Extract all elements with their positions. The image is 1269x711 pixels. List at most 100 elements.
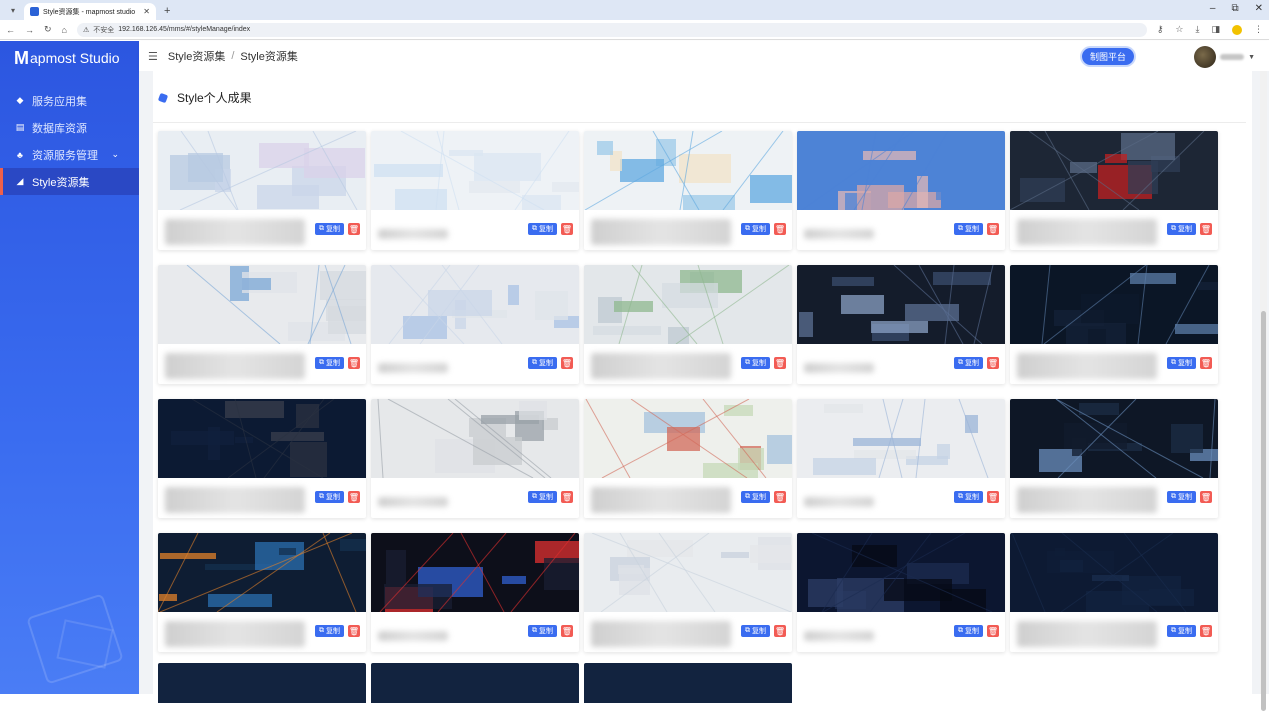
style-thumbnail[interactable] — [584, 399, 792, 478]
style-thumbnail[interactable] — [158, 399, 366, 478]
copy-button[interactable]: ⧉ 复制 — [528, 625, 557, 637]
style-thumbnail[interactable] — [584, 533, 792, 612]
style-card[interactable]: ⧉ 复制 🗑 — [584, 265, 792, 384]
sidebar-item-resource-mgmt[interactable]: ♣ 资源服务管理 ⌄ — [0, 141, 139, 168]
copy-button[interactable]: ⧉ 复制 — [954, 625, 983, 637]
sidebar-item-database[interactable]: ▤ 数据库资源 — [0, 114, 139, 141]
copy-button[interactable]: ⧉ 复制 — [954, 491, 983, 503]
bookmark-star-icon[interactable]: ☆ — [1175, 24, 1183, 35]
style-card[interactable]: ⧉ 复制 🗑 — [797, 399, 1005, 518]
style-thumbnail[interactable] — [797, 399, 1005, 478]
sidebar-item-services[interactable]: ◆ 服务应用集 — [0, 87, 139, 114]
style-thumbnail[interactable] — [1010, 265, 1218, 344]
browser-tab[interactable]: Style资源集 - mapmost studio ✕ — [24, 3, 156, 20]
style-thumbnail[interactable] — [158, 533, 366, 612]
delete-button[interactable]: 🗑 — [561, 223, 573, 235]
delete-button[interactable]: 🗑 — [348, 357, 360, 369]
style-card[interactable]: ⧉ 复制 🗑 — [371, 533, 579, 652]
minimize-icon[interactable]: – — [1210, 3, 1216, 14]
avatar[interactable] — [1194, 46, 1217, 68]
style-card[interactable]: ⧉ 复制 🗑 — [584, 533, 792, 652]
style-thumbnail[interactable] — [371, 265, 579, 344]
style-card-partial[interactable] — [584, 663, 792, 703]
sidebar-item-style[interactable]: ◢ Style资源集 — [0, 168, 139, 195]
style-thumbnail[interactable] — [1010, 399, 1218, 478]
delete-button[interactable]: 🗑 — [1200, 357, 1212, 369]
delete-button[interactable]: 🗑 — [987, 625, 999, 637]
copy-button[interactable]: ⧉ 复制 — [528, 223, 557, 235]
reload-icon[interactable]: ↻ — [44, 24, 52, 35]
forward-icon[interactable]: → — [25, 25, 34, 35]
delete-button[interactable]: 🗑 — [774, 357, 786, 369]
style-card[interactable]: ⧉ 复制 🗑 — [158, 265, 366, 384]
delete-button[interactable]: 🗑 — [1200, 223, 1212, 235]
copy-button[interactable]: ⧉ 复制 — [741, 357, 770, 369]
scrollbar-thumb[interactable] — [1261, 311, 1266, 711]
style-card[interactable]: ⧉ 复制 🗑 — [371, 399, 579, 518]
close-tab-icon[interactable]: ✕ — [143, 7, 150, 16]
style-thumbnail[interactable] — [371, 533, 579, 612]
style-card[interactable]: ⧉ 复制 🗑 — [584, 399, 792, 518]
style-card[interactable]: ⧉ 复制 🗑 — [158, 399, 366, 518]
platform-button[interactable]: 制图平台 — [1082, 48, 1135, 65]
delete-button[interactable]: 🗑 — [774, 625, 786, 637]
scrollbar[interactable] — [1260, 71, 1267, 711]
home-icon[interactable]: ⌂ — [62, 25, 67, 35]
copy-button[interactable]: ⧉ 复制 — [315, 491, 344, 503]
style-thumbnail[interactable] — [158, 131, 366, 210]
copy-button[interactable]: ⧉ 复制 — [1167, 625, 1196, 637]
delete-button[interactable]: 🗑 — [987, 357, 999, 369]
address-bar[interactable]: ⚠ 不安全 192.168.126.45/mms/#/styleManage/i… — [76, 22, 1147, 37]
delete-button[interactable]: 🗑 — [348, 625, 360, 637]
style-card[interactable]: ⧉ 复制 🗑 — [1010, 265, 1218, 384]
delete-button[interactable]: 🗑 — [774, 223, 786, 235]
style-thumbnail[interactable] — [797, 533, 1005, 612]
style-card[interactable]: ⧉ 复制 🗑 — [1010, 533, 1218, 652]
copy-button[interactable]: ⧉ 复制 — [741, 491, 770, 503]
style-card-partial[interactable] — [158, 663, 366, 703]
delete-button[interactable]: 🗑 — [1200, 491, 1212, 503]
copy-button[interactable]: ⧉ 复制 — [954, 357, 983, 369]
style-card[interactable]: ⧉ 复制 🗑 — [371, 131, 579, 250]
style-thumbnail[interactable] — [1010, 131, 1218, 210]
more-menu-icon[interactable]: ⋮ — [1254, 24, 1263, 35]
style-card-partial[interactable] — [371, 663, 579, 703]
delete-button[interactable]: 🗑 — [561, 357, 573, 369]
new-tab-icon[interactable]: + — [164, 5, 170, 17]
style-card[interactable]: ⧉ 复制 🗑 — [1010, 399, 1218, 518]
style-thumbnail[interactable] — [584, 131, 792, 210]
menu-toggle-icon[interactable]: ☰ — [148, 50, 158, 63]
style-thumbnail[interactable] — [158, 265, 366, 344]
copy-button[interactable]: ⧉ 复制 — [1167, 357, 1196, 369]
copy-button[interactable]: ⧉ 复制 — [315, 625, 344, 637]
style-card[interactable]: ⧉ 复制 🗑 — [371, 265, 579, 384]
style-card[interactable]: ⧉ 复制 🗑 — [797, 265, 1005, 384]
copy-button[interactable]: ⧉ 复制 — [741, 625, 770, 637]
style-thumbnail[interactable] — [797, 265, 1005, 344]
delete-button[interactable]: 🗑 — [987, 223, 999, 235]
tab-search-icon[interactable]: ▾ — [6, 3, 20, 17]
copy-button[interactable]: ⧉ 复制 — [954, 223, 983, 235]
copy-button[interactable]: ⧉ 复制 — [741, 223, 770, 235]
copy-button[interactable]: ⧉ 复制 — [315, 223, 344, 235]
sidepanel-icon[interactable]: ◨ — [1211, 24, 1220, 35]
close-window-icon[interactable]: ✕ — [1255, 3, 1263, 14]
style-thumbnail[interactable] — [584, 265, 792, 344]
delete-button[interactable]: 🗑 — [987, 491, 999, 503]
style-card[interactable]: ⧉ 复制 🗑 — [797, 533, 1005, 652]
style-thumbnail[interactable] — [371, 399, 579, 478]
app-logo[interactable]: M apmost Studio — [0, 41, 139, 75]
style-thumbnail[interactable] — [797, 131, 1005, 210]
style-card[interactable]: ⧉ 复制 🗑 — [1010, 131, 1218, 250]
style-thumbnail[interactable] — [371, 131, 579, 210]
copy-button[interactable]: ⧉ 复制 — [315, 357, 344, 369]
password-key-icon[interactable]: ⚷ — [1157, 24, 1164, 35]
style-card[interactable]: ⧉ 复制 🗑 — [158, 533, 366, 652]
breadcrumb-item[interactable]: Style资源集 — [168, 48, 225, 64]
restore-icon[interactable]: ⧉ — [1231, 3, 1238, 14]
style-card[interactable]: ⧉ 复制 🗑 — [584, 131, 792, 250]
delete-button[interactable]: 🗑 — [774, 491, 786, 503]
delete-button[interactable]: 🗑 — [348, 223, 360, 235]
delete-button[interactable]: 🗑 — [348, 491, 360, 503]
caret-down-icon[interactable]: ▼ — [1248, 54, 1255, 61]
